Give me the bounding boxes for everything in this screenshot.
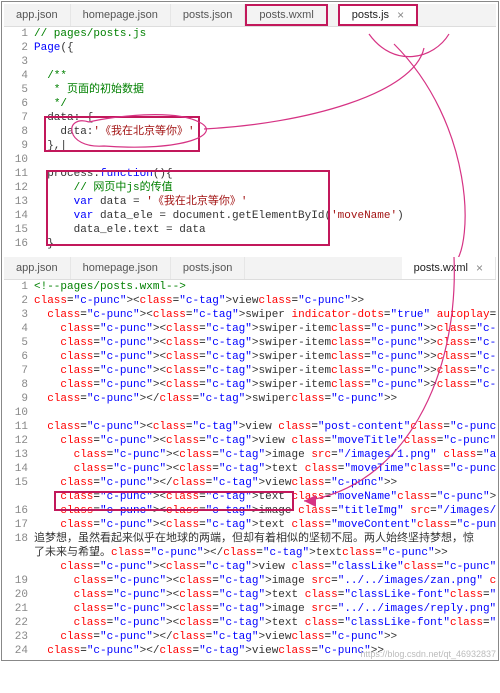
tab-homepage-json-b[interactable]: homepage.json	[71, 257, 171, 279]
window-frame: app.json homepage.json posts.json posts.…	[1, 1, 499, 661]
close-icon[interactable]: ×	[476, 261, 483, 275]
code-content[interactable]: <!--pages/posts.wxml-->class="c-punc"><c…	[34, 280, 496, 658]
tab-posts-wxml[interactable]: posts.wxml	[245, 4, 327, 26]
tab-homepage-json[interactable]: homepage.json	[71, 4, 171, 26]
code-editor-top[interactable]: 12345678910111213141516 // pages/posts.j…	[4, 27, 496, 251]
close-icon[interactable]: ×	[397, 8, 404, 22]
line-gutter: 12345678910111213141516	[4, 27, 34, 251]
tab-posts-js[interactable]: posts.js ×	[338, 4, 418, 26]
tab-app-json-b[interactable]: app.json	[4, 257, 71, 279]
editor-pane-bottom: app.json homepage.json posts.json posts.…	[4, 257, 496, 658]
line-gutter: 123456789101112131415161718192021222324	[4, 280, 34, 658]
tab-posts-json-b[interactable]: posts.json	[171, 257, 246, 279]
tab-posts-json[interactable]: posts.json	[171, 4, 246, 26]
tab-posts-wxml-b[interactable]: posts.wxml ×	[402, 257, 496, 279]
tab-app-json[interactable]: app.json	[4, 4, 71, 26]
code-content[interactable]: // pages/posts.jsPage({ /** * 页面的初始数据 */…	[34, 27, 496, 251]
tab-bar-bottom: app.json homepage.json posts.json posts.…	[4, 257, 496, 280]
watermark: https://blog.csdn.net/qt_46932837	[360, 649, 496, 659]
tab-bar-top: app.json homepage.json posts.json posts.…	[4, 4, 496, 27]
editor-pane-top: app.json homepage.json posts.json posts.…	[4, 4, 496, 251]
code-editor-bottom[interactable]: 123456789101112131415161718192021222324 …	[4, 280, 496, 658]
